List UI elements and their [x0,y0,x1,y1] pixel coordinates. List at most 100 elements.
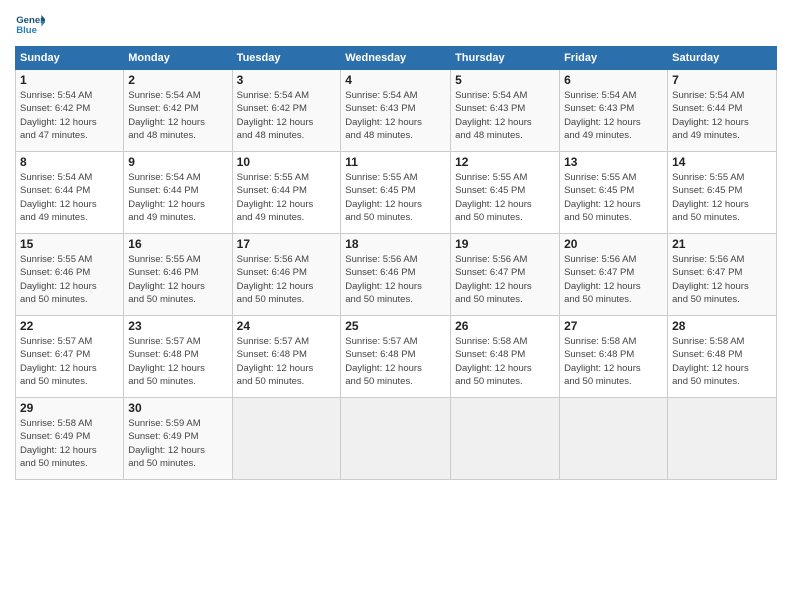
page: { "header": { "logo_line1": "General", "… [0,0,792,612]
day-number: 26 [455,319,555,333]
day-info: Sunrise: 5:55 AM Sunset: 6:45 PM Dayligh… [672,171,772,224]
calendar-cell: 1 Sunrise: 5:54 AM Sunset: 6:42 PM Daylig… [16,70,124,152]
day-info: Sunrise: 5:54 AM Sunset: 6:44 PM Dayligh… [20,171,119,224]
calendar-week-1: 1 Sunrise: 5:54 AM Sunset: 6:42 PM Daylig… [16,70,777,152]
day-number: 17 [237,237,337,251]
day-info: Sunrise: 5:55 AM Sunset: 6:45 PM Dayligh… [564,171,663,224]
day-number: 19 [455,237,555,251]
col-header-friday: Friday [560,47,668,70]
calendar-cell: 15 Sunrise: 5:55 AM Sunset: 6:46 PM Dayli… [16,234,124,316]
day-number: 1 [20,73,119,87]
calendar-cell: 3 Sunrise: 5:54 AM Sunset: 6:42 PM Daylig… [232,70,341,152]
day-number: 15 [20,237,119,251]
calendar-table: SundayMondayTuesdayWednesdayThursdayFrid… [15,46,777,480]
day-number: 16 [128,237,227,251]
col-header-monday: Monday [124,47,232,70]
day-info: Sunrise: 5:54 AM Sunset: 6:43 PM Dayligh… [455,89,555,142]
calendar-cell [560,398,668,480]
col-header-thursday: Thursday [451,47,560,70]
day-info: Sunrise: 5:58 AM Sunset: 6:48 PM Dayligh… [564,335,663,388]
day-info: Sunrise: 5:54 AM Sunset: 6:43 PM Dayligh… [564,89,663,142]
day-info: Sunrise: 5:54 AM Sunset: 6:42 PM Dayligh… [20,89,119,142]
day-info: Sunrise: 5:59 AM Sunset: 6:49 PM Dayligh… [128,417,227,470]
day-number: 13 [564,155,663,169]
calendar-cell: 4 Sunrise: 5:54 AM Sunset: 6:43 PM Daylig… [341,70,451,152]
calendar-cell: 10 Sunrise: 5:55 AM Sunset: 6:44 PM Dayli… [232,152,341,234]
day-number: 21 [672,237,772,251]
calendar-cell: 17 Sunrise: 5:56 AM Sunset: 6:46 PM Dayli… [232,234,341,316]
calendar-cell [668,398,777,480]
day-number: 10 [237,155,337,169]
day-number: 5 [455,73,555,87]
day-info: Sunrise: 5:54 AM Sunset: 6:44 PM Dayligh… [672,89,772,142]
calendar-cell: 5 Sunrise: 5:54 AM Sunset: 6:43 PM Daylig… [451,70,560,152]
day-info: Sunrise: 5:55 AM Sunset: 6:46 PM Dayligh… [128,253,227,306]
day-info: Sunrise: 5:54 AM Sunset: 6:43 PM Dayligh… [345,89,446,142]
day-info: Sunrise: 5:55 AM Sunset: 6:44 PM Dayligh… [237,171,337,224]
day-number: 12 [455,155,555,169]
day-info: Sunrise: 5:58 AM Sunset: 6:48 PM Dayligh… [455,335,555,388]
day-info: Sunrise: 5:55 AM Sunset: 6:45 PM Dayligh… [455,171,555,224]
col-header-tuesday: Tuesday [232,47,341,70]
day-number: 11 [345,155,446,169]
day-info: Sunrise: 5:54 AM Sunset: 6:42 PM Dayligh… [128,89,227,142]
calendar-cell: 6 Sunrise: 5:54 AM Sunset: 6:43 PM Daylig… [560,70,668,152]
calendar-cell: 12 Sunrise: 5:55 AM Sunset: 6:45 PM Dayli… [451,152,560,234]
col-header-saturday: Saturday [668,47,777,70]
day-info: Sunrise: 5:57 AM Sunset: 6:48 PM Dayligh… [237,335,337,388]
day-number: 25 [345,319,446,333]
day-number: 29 [20,401,119,415]
day-number: 24 [237,319,337,333]
day-number: 7 [672,73,772,87]
calendar-cell: 13 Sunrise: 5:55 AM Sunset: 6:45 PM Dayli… [560,152,668,234]
calendar-cell [451,398,560,480]
day-number: 22 [20,319,119,333]
calendar-cell: 26 Sunrise: 5:58 AM Sunset: 6:48 PM Dayli… [451,316,560,398]
day-number: 30 [128,401,227,415]
calendar-week-2: 8 Sunrise: 5:54 AM Sunset: 6:44 PM Daylig… [16,152,777,234]
col-header-wednesday: Wednesday [341,47,451,70]
calendar-cell: 27 Sunrise: 5:58 AM Sunset: 6:48 PM Dayli… [560,316,668,398]
calendar-cell [232,398,341,480]
day-info: Sunrise: 5:56 AM Sunset: 6:47 PM Dayligh… [672,253,772,306]
header-row: SundayMondayTuesdayWednesdayThursdayFrid… [16,47,777,70]
calendar-cell: 9 Sunrise: 5:54 AM Sunset: 6:44 PM Daylig… [124,152,232,234]
day-info: Sunrise: 5:55 AM Sunset: 6:46 PM Dayligh… [20,253,119,306]
day-number: 6 [564,73,663,87]
day-info: Sunrise: 5:54 AM Sunset: 6:44 PM Dayligh… [128,171,227,224]
calendar-week-3: 15 Sunrise: 5:55 AM Sunset: 6:46 PM Dayli… [16,234,777,316]
calendar-cell: 23Sunrise: 5:57 AM Sunset: 6:48 PM Dayli… [124,316,232,398]
calendar-cell [341,398,451,480]
day-info: Sunrise: 5:54 AM Sunset: 6:42 PM Dayligh… [237,89,337,142]
day-info: Sunrise: 5:56 AM Sunset: 6:46 PM Dayligh… [237,253,337,306]
calendar-cell: 2 Sunrise: 5:54 AM Sunset: 6:42 PM Daylig… [124,70,232,152]
logo-icon: General Blue [15,10,45,40]
calendar-cell: 16 Sunrise: 5:55 AM Sunset: 6:46 PM Dayli… [124,234,232,316]
day-number: 2 [128,73,227,87]
calendar-cell: 19 Sunrise: 5:56 AM Sunset: 6:47 PM Dayli… [451,234,560,316]
calendar-cell: 11 Sunrise: 5:55 AM Sunset: 6:45 PM Dayli… [341,152,451,234]
calendar-week-4: 22 Sunrise: 5:57 AM Sunset: 6:47 PM Dayli… [16,316,777,398]
day-info: Sunrise: 5:56 AM Sunset: 6:47 PM Dayligh… [455,253,555,306]
day-info: Sunrise: 5:57 AM Sunset: 6:47 PM Dayligh… [20,335,119,388]
day-number: 28 [672,319,772,333]
col-header-sunday: Sunday [16,47,124,70]
day-number: 20 [564,237,663,251]
header: General Blue [15,10,777,40]
day-number: 27 [564,319,663,333]
calendar-cell: 25Sunrise: 5:57 AM Sunset: 6:48 PM Dayli… [341,316,451,398]
day-info: Sunrise: 5:58 AM Sunset: 6:49 PM Dayligh… [20,417,119,470]
day-number: 3 [237,73,337,87]
day-number: 4 [345,73,446,87]
day-info: Sunrise: 5:55 AM Sunset: 6:45 PM Dayligh… [345,171,446,224]
calendar-cell: 18Sunrise: 5:56 AM Sunset: 6:46 PM Dayli… [341,234,451,316]
calendar-cell: 24 Sunrise: 5:57 AM Sunset: 6:48 PM Dayli… [232,316,341,398]
day-number: 18 [345,237,446,251]
day-info: Sunrise: 5:58 AM Sunset: 6:48 PM Dayligh… [672,335,772,388]
day-number: 8 [20,155,119,169]
day-number: 14 [672,155,772,169]
logo: General Blue [15,10,49,40]
calendar-cell: 8 Sunrise: 5:54 AM Sunset: 6:44 PM Daylig… [16,152,124,234]
day-number: 9 [128,155,227,169]
calendar-week-5: 29 Sunrise: 5:58 AM Sunset: 6:49 PM Dayli… [16,398,777,480]
